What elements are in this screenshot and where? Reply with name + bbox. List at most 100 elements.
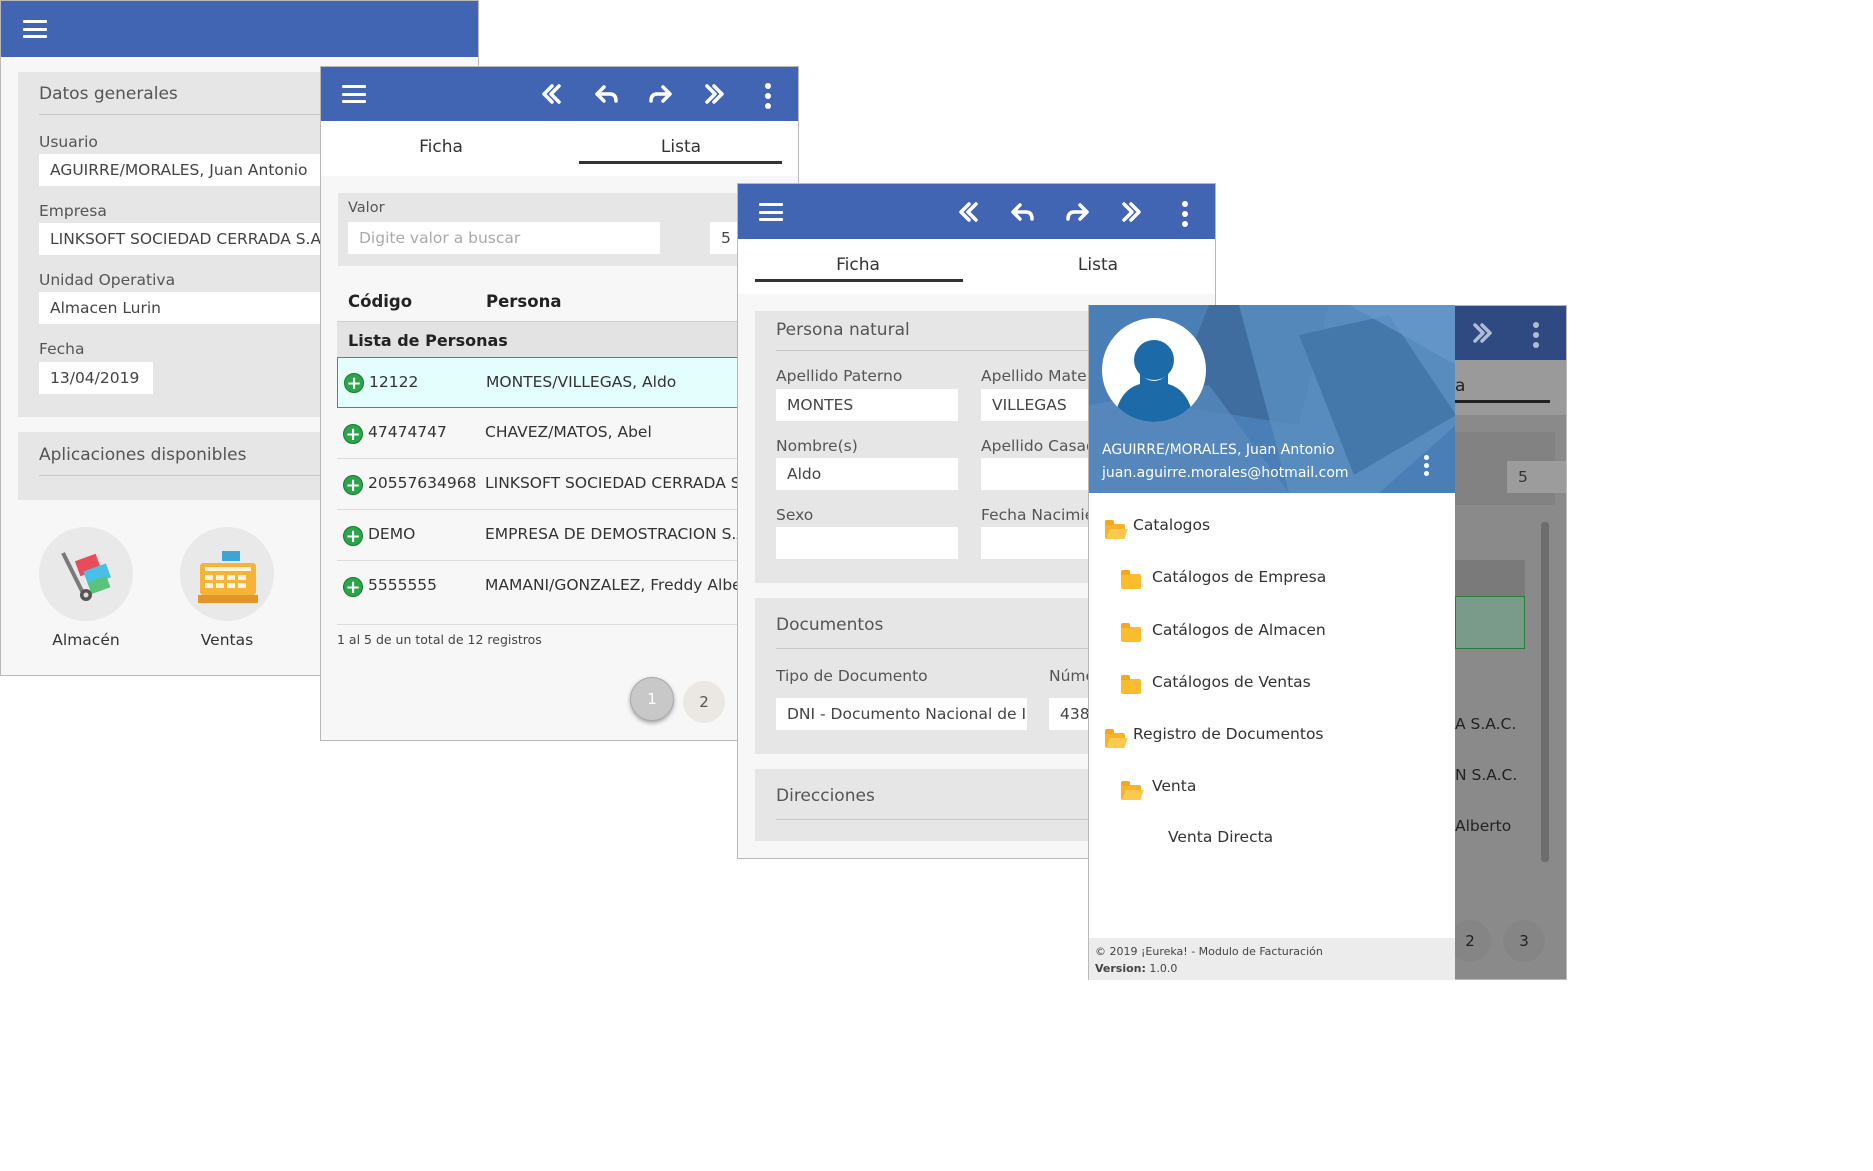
folder-open-icon (1105, 520, 1125, 539)
cell-codigo: 12122 (369, 373, 419, 391)
folder-icon (1121, 675, 1141, 694)
folder-icon (1121, 570, 1141, 589)
tab-ficha[interactable]: Ficha (321, 137, 561, 157)
window-lista-personas: Ficha Lista Valor Digite valor a buscar … (320, 66, 799, 741)
more-options-icon[interactable] (1182, 201, 1188, 231)
hand-truck-icon (39, 527, 133, 621)
panel-title: Datos generales (39, 84, 178, 104)
cell-persona: MONTES/VILLEGAS, Aldo (486, 373, 677, 391)
search-panel: Valor Digite valor a buscar 5 (338, 193, 798, 266)
hamburger-menu-icon[interactable] (342, 85, 366, 103)
search-panel: 5 (1455, 432, 1566, 505)
app-bar (1, 1, 478, 57)
hamburger-menu-icon[interactable] (23, 20, 47, 38)
apellido-paterno-field[interactable]: MONTES (776, 389, 958, 421)
column-header-codigo[interactable]: Código (348, 292, 412, 311)
avatar[interactable] (1102, 318, 1206, 422)
page-size-select[interactable]: 5 (1507, 461, 1566, 493)
menu-label: Catálogos de Almacen (1152, 621, 1326, 639)
cell-codigo: 5555555 (368, 576, 438, 594)
app-label: Almacén (52, 631, 120, 649)
cell-persona: EMPRESA DE DEMOSTRACION S.A.C. (485, 525, 768, 543)
first-record-icon[interactable] (539, 81, 565, 107)
cell-persona: CHAVEZ/MATOS, Abel (485, 423, 652, 441)
nombres-label: Nombre(s) (776, 437, 858, 455)
next-record-icon[interactable] (1064, 199, 1090, 225)
hamburger-menu-icon[interactable] (759, 203, 783, 221)
expand-row-icon[interactable]: + (343, 424, 363, 444)
expand-row-icon[interactable]: + (343, 475, 363, 495)
expand-row-icon[interactable]: + (344, 373, 364, 393)
sexo-select[interactable] (776, 527, 958, 559)
apellido-paterno-label: Apellido Paterno (776, 367, 903, 385)
app-tile-ventas[interactable]: Ventas (180, 527, 274, 649)
page-button-3[interactable]: 3 (1503, 920, 1545, 962)
previous-record-icon[interactable] (594, 81, 620, 107)
navigation-drawer: AGUIRRE/MORALES, Juan Antonio juan.aguir… (1088, 305, 1455, 980)
group-title: Lista de Personas (348, 331, 508, 350)
column-header-persona[interactable]: Persona (486, 292, 561, 311)
menu-label: Catálogos de Ventas (1152, 673, 1311, 691)
last-record-icon[interactable] (1469, 320, 1495, 346)
page-button-1[interactable]: 1 (630, 677, 674, 721)
version-value: 1.0.0 (1149, 962, 1178, 975)
expand-row-icon[interactable]: + (343, 526, 363, 546)
more-options-icon[interactable] (1533, 322, 1539, 352)
records-summary: 1 al 5 de un total de 12 registros (337, 632, 542, 647)
drawer-footer: © 2019 ¡Eureka! - Modulo de Facturación … (1089, 938, 1455, 980)
fecha-field[interactable]: 13/04/2019 (39, 362, 153, 394)
tab-ficha[interactable]: Ficha (738, 255, 978, 275)
valor-label: Valor (348, 200, 385, 216)
usuario-label: Usuario (39, 133, 98, 151)
last-record-icon[interactable] (1118, 199, 1144, 225)
tipo-documento-select[interactable]: DNI - Documento Nacional de Ide... (776, 698, 1027, 730)
panel-title: Direcciones (776, 786, 875, 806)
search-input[interactable]: Digite valor a buscar (348, 222, 660, 254)
active-tab-indicator (1455, 400, 1550, 403)
page-button-2[interactable]: 2 (683, 681, 725, 723)
app-label: Ventas (200, 631, 254, 649)
table-row[interactable]: + 20557634968 LINKSOFT SOCIEDAD CERRADA … (337, 459, 798, 510)
menu-label: Catalogos (1133, 516, 1211, 534)
folder-icon (1121, 623, 1141, 642)
empresa-label: Empresa (39, 202, 107, 220)
table-row[interactable]: + 5555555 MAMANI/GONZALEZ, Freddy Albert… (337, 561, 798, 625)
user-name: AGUIRRE/MORALES, Juan Antonio (1102, 442, 1335, 458)
nombres-field[interactable]: Aldo (776, 458, 958, 490)
first-record-icon[interactable] (956, 199, 982, 225)
user-email: juan.aguirre.morales@hotmail.com (1102, 465, 1349, 481)
tab-bar: Ficha Lista (738, 239, 1215, 294)
account-options-icon[interactable] (1424, 455, 1429, 479)
tab-lista[interactable]: a (1455, 376, 1465, 396)
app-tile-almacen[interactable]: Almacén (39, 527, 133, 649)
group-header (1455, 560, 1525, 596)
cell-codigo: DEMO (368, 525, 416, 543)
tab-lista[interactable]: Lista (561, 137, 798, 157)
table-row[interactable]: + DEMO EMPRESA DE DEMOSTRACION S.A.C. (337, 510, 798, 561)
table-row[interactable]: + 12122 MONTES/VILLEGAS, Aldo (337, 357, 798, 408)
version-label: Version: (1095, 962, 1146, 975)
menu-label: Venta (1152, 777, 1197, 795)
next-record-icon[interactable] (647, 81, 673, 107)
more-options-icon[interactable] (765, 83, 771, 113)
menu-label: Venta Directa (1168, 828, 1274, 846)
table-row[interactable] (1455, 596, 1525, 649)
copyright-text: © 2019 ¡Eureka! - Modulo de Facturación (1095, 945, 1323, 958)
version-line: Version: 1.0.0 (1095, 962, 1177, 975)
panel-title: Persona natural (776, 320, 910, 340)
tab-lista[interactable]: Lista (978, 255, 1215, 275)
table-row[interactable]: + 47474747 CHAVEZ/MATOS, Abel (337, 408, 798, 459)
cell-persona: MAMANI/GONZALEZ, Freddy Alberto (485, 576, 764, 594)
app-bar (321, 67, 798, 121)
folder-open-icon (1121, 781, 1141, 800)
page-button-2[interactable]: 2 (1449, 920, 1491, 962)
cell-persona: N S.A.C. (1455, 766, 1518, 784)
scrollbar[interactable] (1541, 522, 1549, 862)
cell-persona: Alberto (1455, 817, 1512, 835)
user-silhouette-icon (1114, 340, 1194, 422)
last-record-icon[interactable] (701, 81, 727, 107)
menu-label: Catálogos de Empresa (1152, 568, 1327, 586)
expand-row-icon[interactable]: + (343, 577, 363, 597)
sexo-label: Sexo (776, 506, 814, 524)
previous-record-icon[interactable] (1010, 199, 1036, 225)
